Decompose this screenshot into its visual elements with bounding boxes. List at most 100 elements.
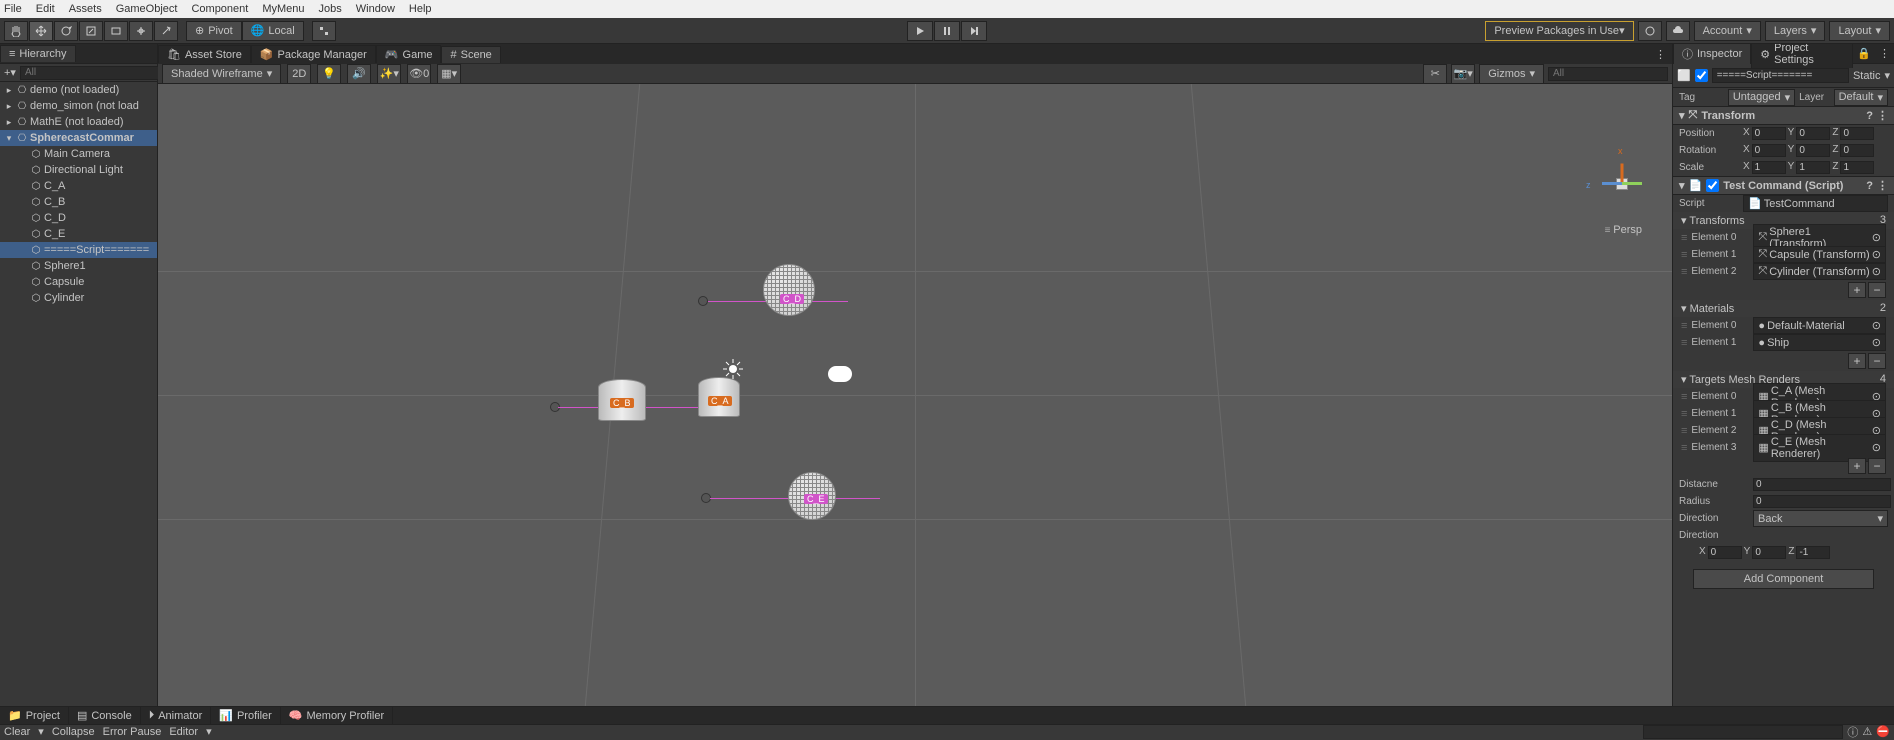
menu-jobs[interactable]: Jobs (319, 3, 342, 15)
error-count[interactable]: ⛔ (1876, 725, 1890, 738)
scale-y[interactable] (1796, 161, 1830, 174)
script-field[interactable]: 📄TestCommand (1743, 195, 1888, 212)
add-component-button[interactable]: Add Component (1693, 569, 1874, 589)
distance-field[interactable] (1753, 478, 1891, 491)
hierarchy-item-5[interactable]: ⬡Directional Light (0, 162, 157, 178)
scale-tool[interactable] (79, 21, 103, 41)
tools-icon[interactable]: ✂ (1423, 64, 1447, 84)
picker-icon[interactable]: ⊙ (1872, 336, 1881, 349)
pos-y[interactable] (1796, 127, 1830, 140)
fx-toggle[interactable]: ✨▾ (377, 64, 401, 84)
warn-count[interactable]: ⚠ (1862, 725, 1872, 738)
drag-handle[interactable]: ≡ (1681, 232, 1687, 244)
help-icon[interactable]: ? (1866, 180, 1873, 192)
drag-handle[interactable]: ≡ (1681, 391, 1687, 403)
dir-z[interactable] (1796, 546, 1830, 559)
clear-button[interactable]: Clear (4, 726, 30, 738)
collab-button[interactable] (1638, 21, 1662, 41)
lighting-toggle[interactable]: 💡 (317, 64, 341, 84)
tree-arrow[interactable]: ▸ (4, 101, 14, 112)
object-name-field[interactable]: =====Script======= (1712, 68, 1849, 83)
shading-dropdown[interactable]: Shaded Wireframe▾ (162, 64, 281, 84)
component-enabled[interactable] (1706, 179, 1719, 192)
remove-material[interactable]: − (1868, 353, 1886, 369)
hierarchy-item-6[interactable]: ⬡C_A (0, 178, 157, 194)
gizmos-dropdown[interactable]: Gizmos▾ (1479, 64, 1544, 84)
scale-z[interactable] (1840, 161, 1874, 174)
layout-dropdown[interactable]: Layout ▾ (1829, 21, 1890, 41)
grid-toggle[interactable]: ▦▾ (437, 64, 461, 84)
picker-icon[interactable]: ⊙ (1872, 248, 1881, 261)
rot-y[interactable] (1796, 144, 1830, 157)
dir-y[interactable] (1752, 546, 1786, 559)
help-icon[interactable]: ? (1866, 110, 1873, 122)
plus-icon[interactable]: +▾ (4, 66, 16, 79)
drag-handle[interactable]: ≡ (1681, 408, 1687, 420)
sphere-cd[interactable] (763, 264, 815, 316)
object-field[interactable]: ⤧Capsule (Transform)⊙ (1753, 246, 1886, 263)
tab-profiler[interactable]: 📊Profiler (211, 707, 281, 724)
chevron-down-icon[interactable]: ▾ (206, 725, 212, 738)
preset-icon[interactable]: ⋮ (1877, 179, 1888, 192)
menu-gameobject[interactable]: GameObject (116, 3, 178, 15)
play-button[interactable] (907, 21, 933, 41)
materials-array-header[interactable]: ▾ Materials2 (1673, 300, 1894, 317)
add-material[interactable]: + (1848, 353, 1866, 369)
step-button[interactable] (961, 21, 987, 41)
account-dropdown[interactable]: Account ▾ (1694, 21, 1761, 41)
picker-icon[interactable]: ⊙ (1872, 441, 1881, 454)
object-field[interactable]: ●Ship⊙ (1753, 334, 1886, 351)
tab-project[interactable]: 📁Project (0, 707, 69, 724)
hierarchy-item-1[interactable]: ▸⎔demo_simon (not load (0, 98, 157, 114)
scene-viewport[interactable]: C_D C_B C_A C_E x z ≡ (158, 84, 1672, 706)
scene-search[interactable] (1548, 67, 1668, 81)
menu-assets[interactable]: Assets (69, 3, 102, 15)
hierarchy-item-9[interactable]: ⬡C_E (0, 226, 157, 242)
snap-toggle[interactable] (312, 21, 336, 41)
drag-handle[interactable]: ≡ (1681, 249, 1687, 261)
rect-tool[interactable] (104, 21, 128, 41)
lock-icon[interactable]: 🔒 (1853, 47, 1875, 60)
object-field[interactable]: ●Default-Material⊙ (1753, 317, 1886, 334)
active-checkbox[interactable] (1695, 69, 1708, 82)
tab-memory-profiler[interactable]: 🧠Memory Profiler (281, 707, 393, 724)
remove-target[interactable]: − (1868, 458, 1886, 474)
rot-z[interactable] (1840, 144, 1874, 157)
tree-arrow[interactable]: ▸ (4, 117, 14, 128)
picker-icon[interactable]: ⊙ (1872, 265, 1881, 278)
menu-edit[interactable]: Edit (36, 3, 55, 15)
menu-file[interactable]: File (4, 3, 22, 15)
add-transform[interactable]: + (1848, 282, 1866, 298)
preset-icon[interactable]: ⋮ (1877, 109, 1888, 122)
pos-x[interactable] (1752, 127, 1786, 140)
tab-menu-icon[interactable]: ⋮ (1875, 47, 1894, 60)
layer-dropdown[interactable]: Default▾ (1834, 89, 1888, 106)
error-pause-toggle[interactable]: Error Pause (103, 726, 162, 738)
radius-field[interactable] (1753, 495, 1891, 508)
layers-dropdown[interactable]: Layers ▾ (1765, 21, 1826, 41)
chevron-down-icon[interactable]: ▾ (1884, 69, 1890, 82)
hand-tool[interactable] (4, 21, 28, 41)
persp-label[interactable]: ≡ Persp (1605, 224, 1642, 236)
tab-scene[interactable]: #Scene (441, 46, 500, 63)
drag-handle[interactable]: ≡ (1681, 425, 1687, 437)
collapse-toggle[interactable]: Collapse (52, 726, 95, 738)
menu-help[interactable]: Help (409, 3, 432, 15)
move-tool[interactable] (29, 21, 53, 41)
info-count[interactable]: ⓘ (1847, 724, 1858, 740)
2d-toggle[interactable]: 2D (287, 64, 311, 84)
menu-component[interactable]: Component (191, 3, 248, 15)
transform-component-header[interactable]: ▾ ⤧ Transform ? ⋮ (1673, 106, 1894, 125)
direction-dropdown[interactable]: Back▾ (1753, 510, 1888, 527)
chevron-down-icon[interactable]: ▾ (38, 725, 44, 738)
hierarchy-search[interactable] (20, 66, 162, 80)
hierarchy-item-7[interactable]: ⬡C_B (0, 194, 157, 210)
camera-icon[interactable]: 📷▾ (1451, 64, 1475, 84)
hierarchy-item-3[interactable]: ▾⎔SpherecastCommar (0, 130, 157, 146)
hidden-toggle[interactable]: 👁0 (407, 64, 431, 84)
transform-tool[interactable] (129, 21, 153, 41)
tab-package-manager[interactable]: 📦Package Manager (251, 45, 376, 63)
drag-handle[interactable]: ≡ (1681, 337, 1687, 349)
local-toggle[interactable]: 🌐Local (242, 21, 304, 41)
hierarchy-item-12[interactable]: ⬡Capsule (0, 274, 157, 290)
